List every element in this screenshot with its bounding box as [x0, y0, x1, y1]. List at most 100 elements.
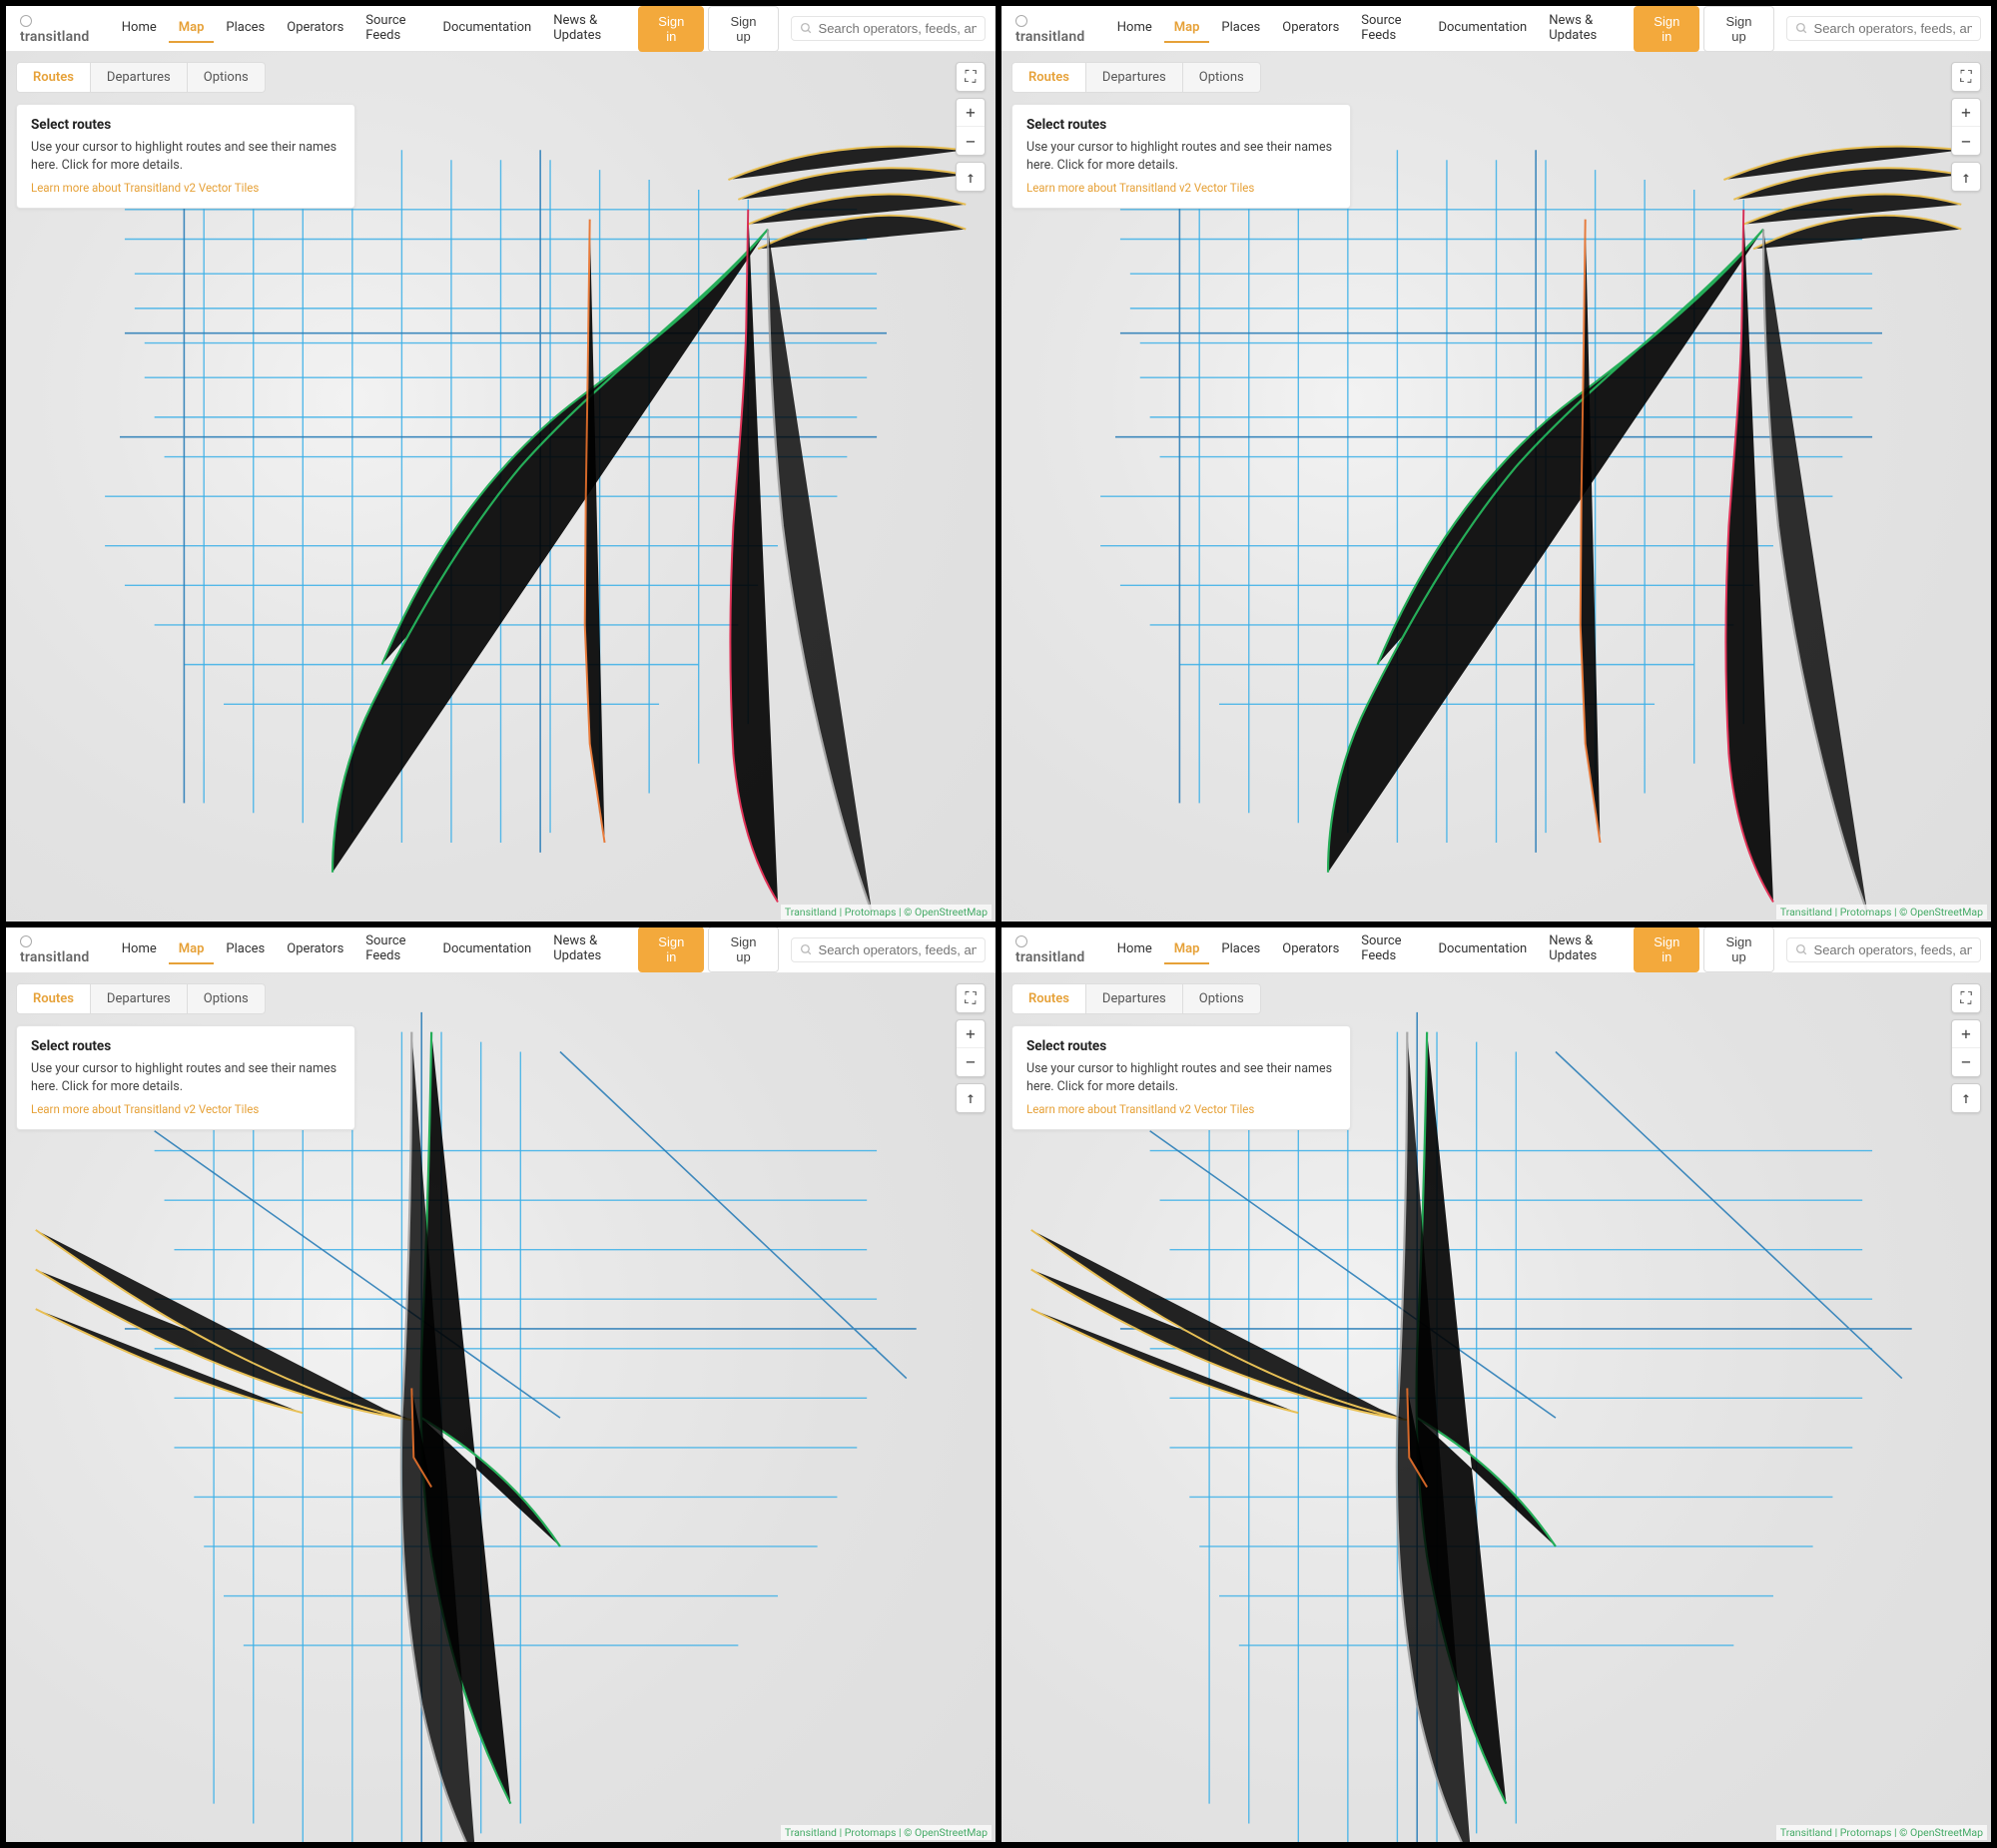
info-link[interactable]: Learn more about Transitland v2 Vector T…	[1026, 1102, 1254, 1116]
tab-departures[interactable]: Departures	[1086, 983, 1183, 1014]
compass-button[interactable]: ↑	[1952, 163, 1980, 191]
nav-home[interactable]: Home	[1107, 14, 1162, 43]
nav-map[interactable]: Map	[169, 935, 215, 964]
zoom-out-button[interactable]: −	[1952, 1048, 1980, 1076]
info-title: Select routes	[1026, 117, 1336, 133]
tab-routes[interactable]: Routes	[16, 983, 91, 1014]
nav-map[interactable]: Map	[1164, 14, 1210, 43]
nav-operators[interactable]: Operators	[277, 935, 353, 964]
tab-routes[interactable]: Routes	[1011, 62, 1086, 93]
search-box[interactable]	[1786, 937, 1981, 962]
nav-places[interactable]: Places	[1211, 14, 1270, 43]
nav-source-feeds[interactable]: Source Feeds	[1351, 7, 1426, 51]
signup-button[interactable]: Sign up	[1703, 6, 1773, 52]
nav-documentation[interactable]: Documentation	[1428, 935, 1537, 964]
nav-documentation[interactable]: Documentation	[432, 14, 541, 43]
brand-logo[interactable]: transitland	[1011, 933, 1103, 965]
search-box[interactable]	[1786, 16, 1981, 41]
signin-button[interactable]: Sign in	[638, 927, 704, 973]
brand-logo[interactable]: transitland	[16, 933, 108, 965]
tab-departures[interactable]: Departures	[91, 983, 188, 1014]
tab-departures[interactable]: Departures	[1086, 62, 1183, 93]
fullscreen-button[interactable]: ⛶	[957, 984, 985, 1012]
nav: Home Map Places Operators Source Feeds D…	[1107, 7, 1626, 51]
zoom-out-button[interactable]: −	[1952, 127, 1980, 155]
nav: Home Map Places Operators Source Feeds D…	[112, 7, 630, 51]
attribution: Transitland | Protomaps | © OpenStreetMa…	[1776, 905, 1987, 920]
signin-button[interactable]: Sign in	[1634, 6, 1699, 52]
nav-operators[interactable]: Operators	[1272, 935, 1349, 964]
signin-button[interactable]: Sign in	[1634, 927, 1699, 973]
attribution: Transitland | Protomaps | © OpenStreetMa…	[781, 905, 992, 920]
tab-options[interactable]: Options	[188, 983, 266, 1014]
nav-documentation[interactable]: Documentation	[1428, 14, 1537, 43]
nav-news[interactable]: News & Updates	[1539, 927, 1626, 971]
nav-map[interactable]: Map	[169, 14, 215, 43]
nav-places[interactable]: Places	[1211, 935, 1270, 964]
zoom-out-button[interactable]: −	[957, 127, 985, 155]
compass-button[interactable]: ↑	[957, 1084, 985, 1112]
map[interactable]: Routes Departures Options Select routes …	[6, 52, 996, 922]
map[interactable]: Routes Departures Options Select routes …	[6, 973, 996, 1843]
info-card: Select routes Use your cursor to highlig…	[16, 1025, 355, 1130]
tab-departures[interactable]: Departures	[91, 62, 188, 93]
nav-home[interactable]: Home	[112, 935, 167, 964]
nav-home[interactable]: Home	[112, 14, 167, 43]
fullscreen-button[interactable]: ⛶	[1952, 984, 1980, 1012]
fullscreen-button[interactable]: ⛶	[1952, 63, 1980, 91]
tab-options[interactable]: Options	[188, 62, 266, 93]
zoom-in-button[interactable]: +	[957, 1020, 985, 1048]
map-controls: ⛶ + − ↑	[1951, 62, 1981, 192]
tab-routes[interactable]: Routes	[16, 62, 91, 93]
compass-button[interactable]: ↑	[1952, 1084, 1980, 1112]
nav-source-feeds[interactable]: Source Feeds	[355, 927, 430, 971]
brand-logo[interactable]: transitland	[16, 13, 108, 45]
map[interactable]: Routes Departures Options Select routes …	[1001, 973, 1991, 1843]
brand-logo[interactable]: transitland	[1011, 13, 1103, 45]
info-title: Select routes	[31, 117, 340, 133]
map[interactable]: Routes Departures Options Select routes …	[1001, 52, 1991, 922]
info-link[interactable]: Learn more about Transitland v2 Vector T…	[1026, 181, 1254, 195]
nav-source-feeds[interactable]: Source Feeds	[355, 7, 430, 51]
signup-button[interactable]: Sign up	[708, 6, 778, 52]
nav-map[interactable]: Map	[1164, 935, 1210, 964]
nav-home[interactable]: Home	[1107, 935, 1162, 964]
zoom-in-button[interactable]: +	[957, 99, 985, 127]
info-title: Select routes	[31, 1038, 340, 1054]
search-box[interactable]	[791, 937, 986, 962]
info-card: Select routes Use your cursor to highlig…	[1011, 104, 1351, 209]
zoom-in-button[interactable]: +	[1952, 1020, 1980, 1048]
nav-places[interactable]: Places	[216, 14, 275, 43]
search-icon	[800, 22, 813, 35]
tab-options[interactable]: Options	[1183, 62, 1261, 93]
search-input[interactable]	[1814, 21, 1972, 36]
signup-button[interactable]: Sign up	[1703, 927, 1773, 973]
zoom-out-button[interactable]: −	[957, 1048, 985, 1076]
zoom-in-button[interactable]: +	[1952, 99, 1980, 127]
nav-operators[interactable]: Operators	[277, 14, 353, 43]
info-body: Use your cursor to highlight routes and …	[31, 1060, 340, 1096]
tab-routes[interactable]: Routes	[1011, 983, 1086, 1014]
info-link[interactable]: Learn more about Transitland v2 Vector T…	[31, 1102, 259, 1116]
signup-button[interactable]: Sign up	[708, 927, 778, 973]
nav: Home Map Places Operators Source Feeds D…	[112, 927, 630, 971]
info-link[interactable]: Learn more about Transitland v2 Vector T…	[31, 181, 259, 195]
nav-news[interactable]: News & Updates	[543, 927, 630, 971]
panel-sf-a: transitland Home Map Places Operators So…	[6, 6, 996, 922]
search-input[interactable]	[819, 21, 977, 36]
nav-news[interactable]: News & Updates	[543, 7, 630, 51]
nav-documentation[interactable]: Documentation	[432, 935, 541, 964]
nav-news[interactable]: News & Updates	[1539, 7, 1626, 51]
signin-button[interactable]: Sign in	[638, 6, 704, 52]
tab-options[interactable]: Options	[1183, 983, 1261, 1014]
search-icon	[1795, 943, 1808, 956]
compass-button[interactable]: ↑	[957, 163, 985, 191]
nav-places[interactable]: Places	[216, 935, 275, 964]
search-box[interactable]	[791, 16, 986, 41]
nav-operators[interactable]: Operators	[1272, 14, 1349, 43]
search-input[interactable]	[1814, 942, 1972, 957]
nav-source-feeds[interactable]: Source Feeds	[1351, 927, 1426, 971]
fullscreen-button[interactable]: ⛶	[957, 63, 985, 91]
search-input[interactable]	[819, 942, 977, 957]
topbar: transitland Home Map Places Operators So…	[1001, 6, 1991, 52]
